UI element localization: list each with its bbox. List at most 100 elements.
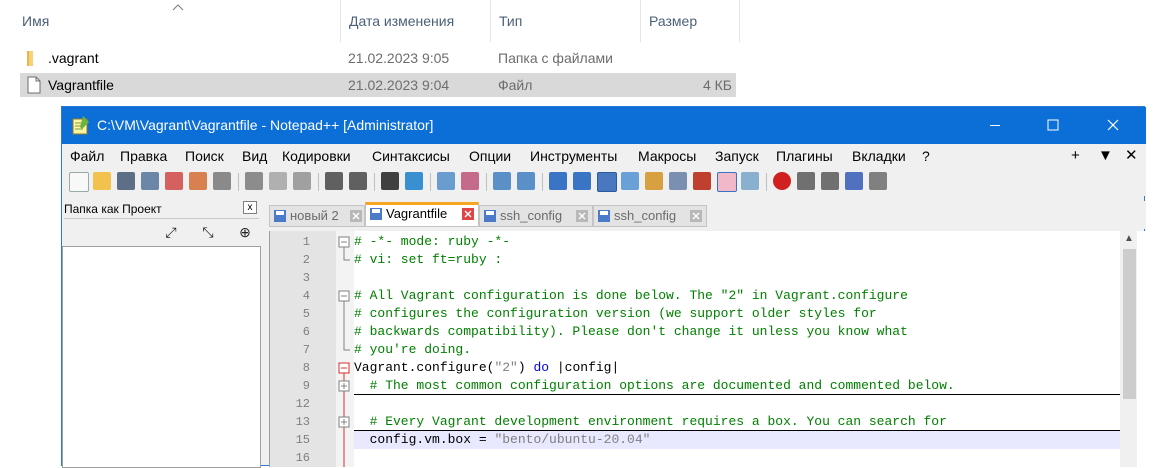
sync-horizontal-icon[interactable] <box>517 172 535 190</box>
saved-file-icon <box>598 210 610 222</box>
column-header-date[interactable]: Дата изменения <box>340 0 490 42</box>
replace-icon[interactable] <box>405 172 423 190</box>
menu-help[interactable]: ? <box>922 144 930 168</box>
new-file-icon[interactable] <box>69 172 89 192</box>
find-icon[interactable] <box>381 172 399 190</box>
close-file-icon[interactable] <box>165 172 183 190</box>
close-icon[interactable] <box>1090 107 1136 144</box>
menu-options[interactable]: Опции <box>469 144 511 168</box>
column-header-name[interactable]: Имя <box>14 0 340 42</box>
menu-view[interactable]: Вид <box>242 144 267 168</box>
fold-margin[interactable] <box>336 231 354 467</box>
tab-close-icon[interactable] <box>350 210 362 222</box>
line-number: 13 <box>295 415 310 429</box>
menu-syntax[interactable]: Синтаксисы <box>372 144 450 168</box>
toolbar <box>62 168 1146 196</box>
tab-close-icon[interactable] <box>576 210 588 222</box>
file-row-vagrantfile[interactable]: Vagrantfile 21.02.2023 9:04 Файл 4 КБ <box>20 73 736 97</box>
doc-map-icon[interactable] <box>621 172 639 190</box>
save-all-icon[interactable] <box>141 172 159 190</box>
line-number: 3 <box>302 271 310 285</box>
word-wrap-icon[interactable] <box>549 172 567 190</box>
column-header-size[interactable]: Размер <box>640 0 740 42</box>
file-explorer: Имя Дата изменения Тип Размер .vagrant 2… <box>0 0 1158 105</box>
line-number: 1 <box>302 235 310 249</box>
line-number: 2 <box>302 253 310 267</box>
cut-icon[interactable] <box>245 172 263 190</box>
saved-file-icon <box>370 208 382 220</box>
play-macro-icon[interactable] <box>821 172 839 190</box>
zoom-in-icon[interactable] <box>437 172 455 190</box>
save-macro-icon[interactable] <box>869 172 887 190</box>
menu-macros[interactable]: Макросы <box>638 144 696 168</box>
tab-bar: новый 2 Vagrantfile ssh_config ssh_confi… <box>267 201 1146 229</box>
unfold-all-icon[interactable]: ⤢ <box>162 224 180 240</box>
locate-current-file-icon[interactable]: ⊕ <box>236 224 254 240</box>
tab-list-icon[interactable]: ▼ <box>1098 144 1113 168</box>
minimize-icon[interactable] <box>972 107 1018 144</box>
open-file-icon[interactable] <box>93 172 111 190</box>
paste-icon[interactable] <box>293 172 311 190</box>
scroll-thumb[interactable] <box>1123 249 1136 399</box>
show-all-chars-icon[interactable] <box>573 172 591 190</box>
tab-close-icon[interactable] <box>462 208 474 220</box>
indent-guide-icon[interactable] <box>597 172 617 192</box>
file-row-vagrant-folder[interactable]: .vagrant 21.02.2023 9:05 Папка с файлами <box>20 46 736 70</box>
folder-tree[interactable] <box>62 246 261 468</box>
menu-tabs[interactable]: Вкладки <box>852 144 906 168</box>
code-line: # -*- mode: ruby -*- <box>354 234 511 249</box>
clipboard-history-icon[interactable] <box>669 172 687 190</box>
save-icon[interactable] <box>117 172 135 190</box>
column-header-type[interactable]: Тип <box>490 0 640 42</box>
record-macro-icon[interactable] <box>773 172 791 190</box>
menu-plugins[interactable]: Плагины <box>776 144 833 168</box>
file-date: 21.02.2023 9:04 <box>348 77 450 93</box>
scroll-up-icon[interactable]: ▲ <box>1123 233 1135 245</box>
notepadpp-window: C:\VM\Vagrant\Vagrantfile - Notepad++ [A… <box>61 106 1146 468</box>
code-area[interactable]: # -*- mode: ruby -*- # vi: set ft=ruby :… <box>354 231 1120 467</box>
add-tab-icon[interactable]: + <box>1071 144 1080 168</box>
zoom-out-icon[interactable] <box>461 172 479 190</box>
toolbar-separator <box>238 173 239 191</box>
close-tab-icon[interactable]: ✕ <box>1125 144 1138 168</box>
function-icon[interactable] <box>693 172 711 190</box>
print-icon[interactable] <box>213 172 231 190</box>
file-name: .vagrant <box>48 50 99 66</box>
tab-new-2[interactable]: новый 2 <box>269 205 365 227</box>
menu-edit[interactable]: Правка <box>120 144 167 168</box>
title-bar[interactable]: C:\VM\Vagrant\Vagrantfile - Notepad++ [A… <box>62 107 1146 144</box>
tab-close-icon[interactable] <box>690 210 702 222</box>
close-all-icon[interactable] <box>189 172 207 190</box>
tab-vagrantfile[interactable]: Vagrantfile <box>365 202 479 227</box>
maximize-icon[interactable] <box>1030 107 1076 144</box>
notepadpp-app-icon <box>72 116 89 135</box>
sync-vertical-icon[interactable] <box>493 172 511 190</box>
menu-file[interactable]: Файл <box>70 144 104 168</box>
panel-close-button[interactable]: x <box>243 201 257 214</box>
toolbar-separator <box>542 173 543 191</box>
file-size: 4 КБ <box>702 77 732 93</box>
code-line: # configures the configuration version (… <box>354 306 877 321</box>
copy-icon[interactable] <box>269 172 287 190</box>
code-line: # you're doing. <box>354 342 472 357</box>
folder-as-workspace-icon[interactable] <box>717 172 737 192</box>
menu-encoding[interactable]: Кодировки <box>282 144 351 168</box>
run-macro-multiple-icon[interactable] <box>845 172 863 190</box>
saved-file-icon <box>484 210 496 222</box>
menu-tools[interactable]: Инструменты <box>530 144 617 168</box>
vertical-scrollbar[interactable]: ▲ <box>1120 231 1137 467</box>
monitoring-icon[interactable] <box>741 172 759 190</box>
undo-icon[interactable] <box>325 172 343 190</box>
menu-run[interactable]: Запуск <box>715 144 759 168</box>
tab-ssh-config[interactable]: ssh_config <box>479 205 593 227</box>
code-editor[interactable]: 1 2 3 4 5 6 7 8 9 12 13 15 16 # -*- mode… <box>269 231 1146 467</box>
line-number: 6 <box>302 325 310 339</box>
menu-search[interactable]: Поиск <box>185 144 224 168</box>
redo-icon[interactable] <box>349 172 367 190</box>
function-list-icon[interactable] <box>645 172 663 190</box>
fold-all-icon[interactable]: ⤡ <box>199 224 217 240</box>
tab-ssh-config-2[interactable]: ssh_config <box>593 205 707 227</box>
stop-macro-icon[interactable] <box>797 172 815 190</box>
